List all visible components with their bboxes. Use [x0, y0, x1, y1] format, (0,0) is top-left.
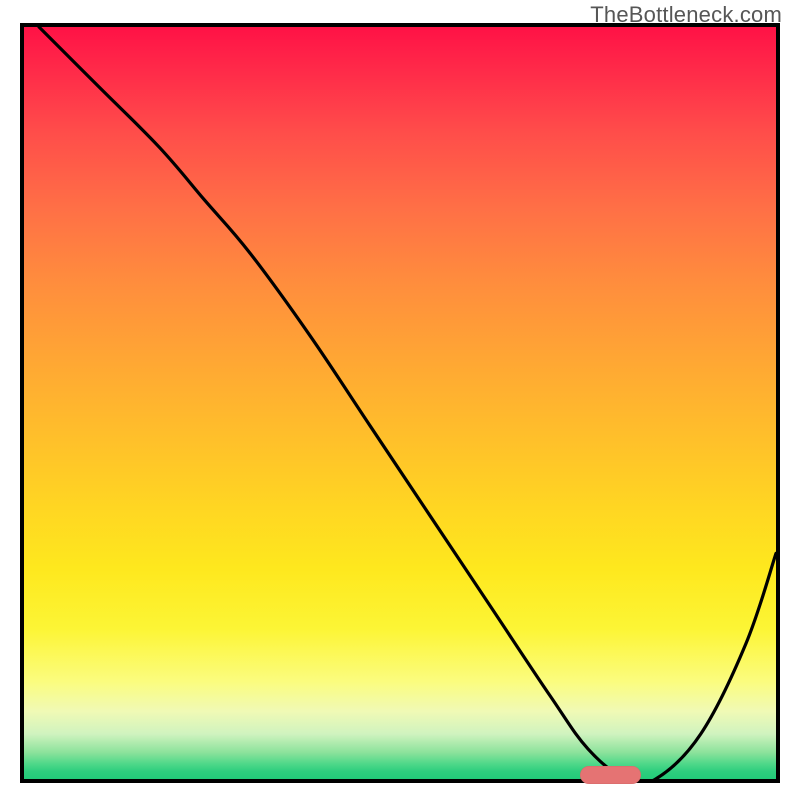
optimal-marker	[580, 766, 640, 784]
bottleneck-curve	[24, 27, 776, 779]
plot-frame	[20, 23, 780, 783]
chart-container: TheBottleneck.com	[0, 0, 800, 800]
